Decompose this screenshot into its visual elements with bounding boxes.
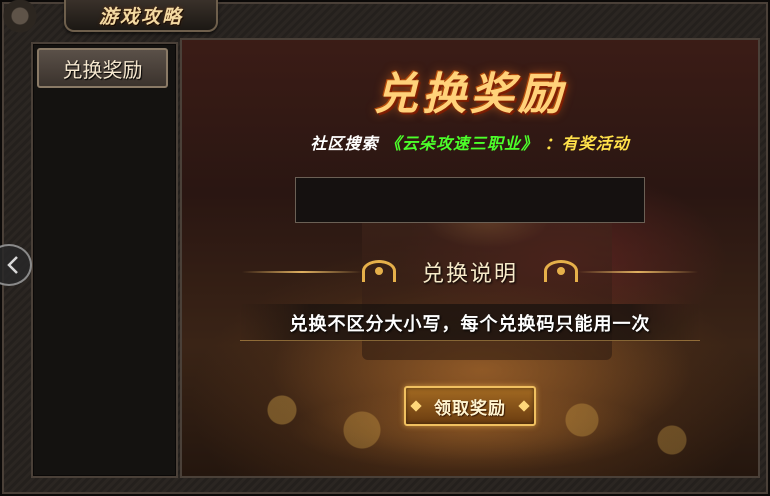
section-header: 兑换说明 (242, 252, 698, 292)
ornament-right-icon (544, 260, 578, 282)
sidebar: 兑换奖励 (31, 42, 178, 478)
redeem-panel: 兑换奖励 社区搜索 《云朵攻速三职业》 ：有奖活动 兑换说明 兑换不区分大小写，… (180, 38, 760, 478)
hint-suffix: ：有奖活动 (544, 134, 630, 153)
redeem-rule-text: 兑换不区分大小写，每个兑换码只能用一次 (289, 314, 651, 335)
sidebar-tab-redeem[interactable]: 兑换奖励 (37, 48, 168, 88)
hint-keyword: 《云朵攻速三职业》 (384, 134, 538, 153)
redeem-code-input[interactable] (295, 177, 645, 223)
title-tab: 游戏攻略 (64, 0, 218, 32)
section-divider-right (578, 271, 698, 273)
dragon-corner-ornament (0, 0, 70, 36)
window-title: 游戏攻略 (98, 5, 183, 28)
claim-reward-label: 领取奖励 (434, 398, 506, 419)
claim-reward-button[interactable]: 领取奖励 (404, 386, 536, 426)
hint-prefix: 社区搜索 (310, 134, 379, 153)
chevron-left-icon (7, 256, 18, 274)
diamond-left-icon (410, 400, 422, 412)
community-hint: 社区搜索 《云朵攻速三职业》 ：有奖活动 (182, 130, 758, 154)
diamond-right-icon (518, 400, 530, 412)
page-title: 兑换奖励 (374, 69, 566, 120)
